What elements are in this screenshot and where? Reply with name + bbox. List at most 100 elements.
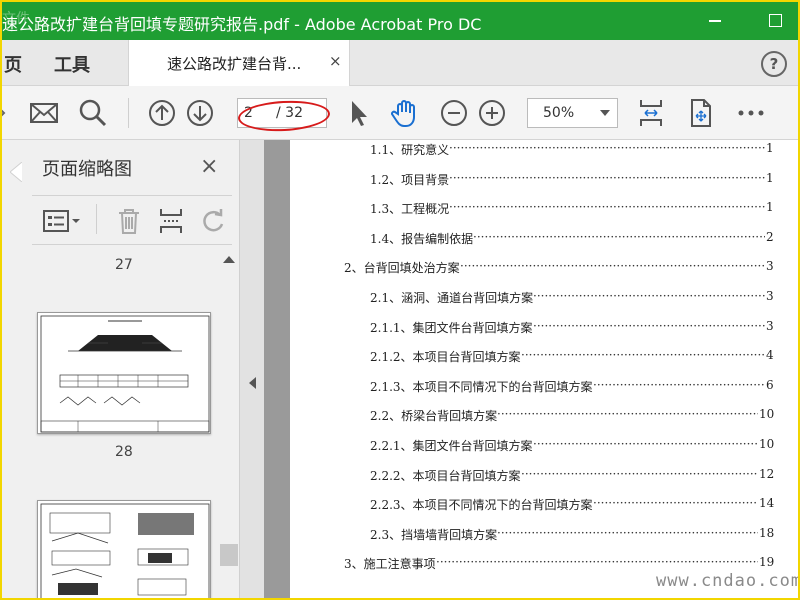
toc-leader-dots: ········································… xyxy=(436,555,758,570)
toc-entry-title: 2.1.1、集团文件台背回填方案 xyxy=(370,320,533,335)
toc-entry-page: 3 xyxy=(766,318,774,333)
toc-leader-dots: ········································… xyxy=(593,496,758,511)
app-window: 文件 速公路改扩建台背回填专题研究报告.pdf - Adobe Acrobat … xyxy=(0,0,800,600)
zoom-out-icon[interactable] xyxy=(438,97,470,129)
trash-icon[interactable] xyxy=(114,206,144,236)
zoom-in-icon[interactable] xyxy=(476,97,508,129)
panel-pointer-icon xyxy=(10,162,22,182)
tab-home[interactable]: 页 xyxy=(4,51,22,77)
toc-entry-title: 2.3、挡墙墙背回填方案 xyxy=(370,527,498,542)
toc-entry-page: 3 xyxy=(766,289,774,303)
toc-entry[interactable]: 2.1.3、本项目不同情况下的台背回填方案 ···················… xyxy=(370,378,774,394)
toc-entry-page: 6 xyxy=(766,377,774,392)
hand-tool-icon[interactable] xyxy=(389,97,421,129)
toc-entry-page: 1 xyxy=(766,170,774,185)
toc-entry[interactable]: 2.2.1、集团文件台背回填方案 ························… xyxy=(370,437,774,453)
toc-leader-dots: ········································… xyxy=(521,466,758,481)
tab-tools[interactable]: 工具 xyxy=(54,51,90,77)
toc-entry-title: 3、施工注意事项 xyxy=(344,557,436,572)
watermark-text: www.cndao.com xyxy=(656,571,800,591)
toc-entry[interactable]: 2.1、涵洞、通道台背回填方案 ·························… xyxy=(370,289,774,305)
toc-entry-title: 1.2、项目背景 xyxy=(370,172,450,187)
more-options-icon[interactable] xyxy=(735,97,767,129)
toolbar-divider xyxy=(128,98,129,128)
next-page-icon[interactable] xyxy=(184,97,216,129)
rotate-page-icon[interactable] xyxy=(684,97,716,129)
toc-entry[interactable]: 3、施工注意事项 ································… xyxy=(344,555,774,571)
toc-entry-page: 2 xyxy=(766,229,774,244)
thumbnail-options-icon[interactable] xyxy=(42,206,82,236)
drawing-preview xyxy=(40,503,210,598)
fit-page-icon[interactable] xyxy=(635,97,667,129)
toc-entry[interactable]: 2.1.1、集团文件台背回填方案 ························… xyxy=(370,319,774,335)
toc-entry[interactable]: 2.3、挡墙墙背回填方案 ····························… xyxy=(370,526,774,542)
thumbnail-label: 27 xyxy=(115,257,133,273)
toc-entry-title: 1.4、报告编制依据 xyxy=(370,231,474,246)
toc-entry-page: 3 xyxy=(766,259,774,274)
toc-entry[interactable]: 2.1.2、本项目台背回填方案 ·························… xyxy=(370,348,774,364)
page-number-box: / 32 xyxy=(237,98,327,128)
insert-page-icon[interactable] xyxy=(156,206,186,236)
document-page: 1.1、研究意义 ································… xyxy=(290,140,798,598)
tab-bar: 页 工具 速公路改扩建台背... × ? xyxy=(2,40,798,86)
toc-entry-title: 2.1、涵洞、通道台背回填方案 xyxy=(370,291,534,305)
toc-leader-dots: ········································… xyxy=(497,407,758,422)
toc-entry-title: 2.2.1、集团文件台背回填方案 xyxy=(370,439,533,453)
scroll-up-icon[interactable] xyxy=(223,256,235,263)
close-tab-icon[interactable]: × xyxy=(329,52,342,70)
thumbnails-panel: 页面缩略图 × 27 28 xyxy=(2,140,240,598)
previous-page-icon[interactable] xyxy=(146,97,178,129)
toc-leader-dots: ········································… xyxy=(533,437,758,451)
toc-entry-page: 1 xyxy=(766,141,774,155)
zoom-select[interactable]: 50% xyxy=(527,98,618,128)
search-icon[interactable] xyxy=(77,97,109,129)
panel-divider xyxy=(96,204,97,234)
toc-leader-dots: ········································… xyxy=(473,229,765,244)
toc-entry-title: 1.3、工程概况 xyxy=(370,202,450,217)
toc-entry-page: 10 xyxy=(759,407,775,422)
toc-entry-page: 1 xyxy=(766,200,774,215)
toc-entry[interactable]: 2.2.3、本项目不同情况下的台背回填方案 ···················… xyxy=(370,496,774,512)
tab-document[interactable]: 速公路改扩建台背... × xyxy=(128,40,350,86)
toc-entry[interactable]: 2、台背回填处治方案 ······························… xyxy=(344,259,774,275)
thumbnail-label: 28 xyxy=(115,444,133,460)
collapse-left-icon[interactable] xyxy=(249,377,256,389)
toc-entry-title: 2.1.3、本项目不同情况下的台背回填方案 xyxy=(370,379,593,394)
window-title: 速公路改扩建台背回填专题研究报告.pdf - Adobe Acrobat Pro… xyxy=(2,15,482,34)
thumbnail-scrollbar[interactable] xyxy=(220,248,238,598)
mail-icon[interactable] xyxy=(28,97,60,129)
toc-entry[interactable]: 1.3、工程概况 ································… xyxy=(370,200,774,216)
toc-entry[interactable]: 1.2、项目背景 ································… xyxy=(370,171,774,187)
maximize-button[interactable] xyxy=(765,10,785,30)
page-number-input[interactable] xyxy=(244,103,268,123)
scroll-thumb[interactable] xyxy=(220,544,238,566)
toc-entry-title: 1.1、研究意义 xyxy=(370,143,450,157)
toc-leader-dots: ········································… xyxy=(460,259,765,274)
partial-tool-icon[interactable] xyxy=(0,97,8,129)
close-panel-icon[interactable]: × xyxy=(200,154,218,179)
toc-entry-title: 2.2.2、本项目台背回填方案 xyxy=(370,468,521,483)
panel-title: 页面缩略图 xyxy=(42,159,132,180)
toc-entry-title: 2.2、桥梁台背回填方案 xyxy=(370,409,498,424)
toc-leader-dots: ········································… xyxy=(449,200,765,215)
toc-entry[interactable]: 1.1、研究意义 ································… xyxy=(370,141,774,157)
title-bar: 文件 速公路改扩建台背回填专题研究报告.pdf - Adobe Acrobat … xyxy=(2,2,798,40)
toc-leader-dots: ········································… xyxy=(449,170,765,185)
toc-leader-dots: ········································… xyxy=(497,525,758,540)
help-icon[interactable]: ? xyxy=(761,51,787,77)
toc-entry[interactable]: 1.4、报告编制依据 ······························… xyxy=(370,230,774,246)
document-tab-label: 速公路改扩建台背... xyxy=(167,55,302,73)
drawing-preview xyxy=(40,315,210,433)
thumbnail-page-28[interactable] xyxy=(37,500,211,598)
toc-entry[interactable]: 2.2、桥梁台背回填方案 ····························… xyxy=(370,407,774,423)
rotate-icon[interactable] xyxy=(198,206,228,236)
select-pointer-icon[interactable] xyxy=(343,97,375,129)
page-total: / 32 xyxy=(276,105,303,121)
minimize-button[interactable] xyxy=(705,10,725,30)
toc-entry-title: 2.2.3、本项目不同情况下的台背回填方案 xyxy=(370,498,593,513)
thumbnail-page-27[interactable] xyxy=(37,312,211,434)
toc-leader-dots: ········································… xyxy=(533,289,765,303)
toc-entry[interactable]: 2.2.2、本项目台背回填方案 ·························… xyxy=(370,467,774,483)
toc-entry-page: 18 xyxy=(759,525,775,540)
panel-collapse-strip[interactable] xyxy=(240,140,264,598)
